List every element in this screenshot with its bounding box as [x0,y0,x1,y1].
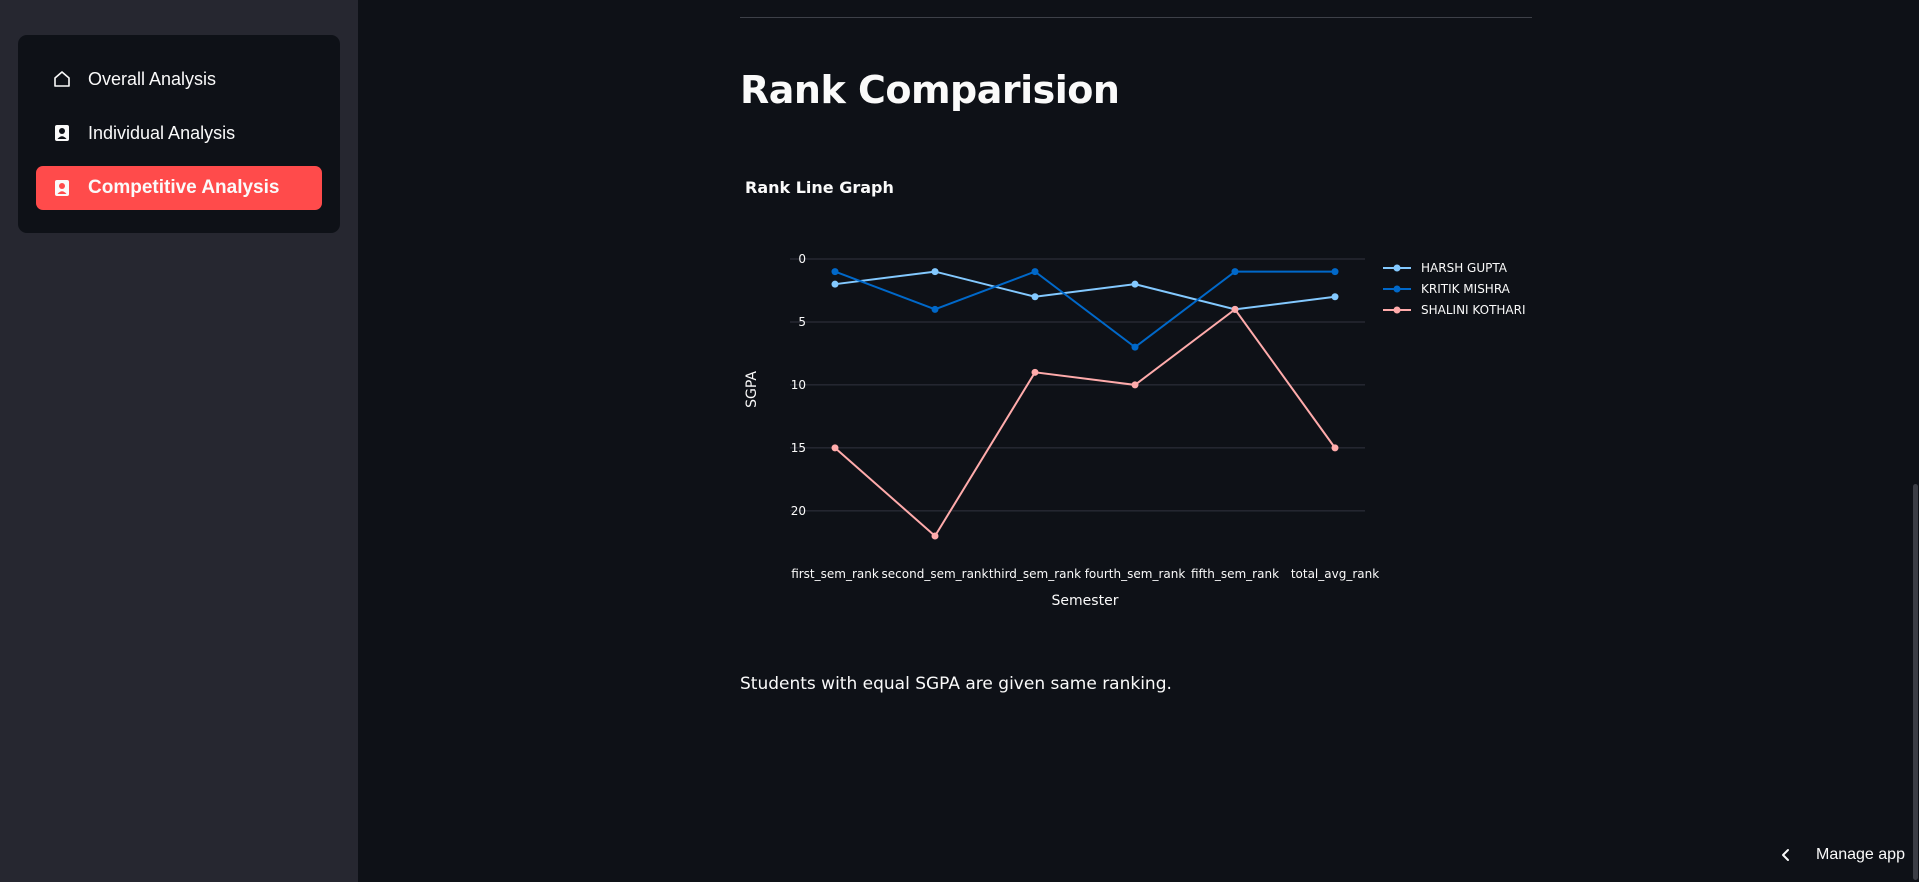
sidebar-item-overall-analysis[interactable]: Overall Analysis [36,57,322,101]
x-tick-label: fifth_sem_rank [1191,567,1279,581]
data-point [931,305,939,313]
data-point [1131,381,1139,389]
person-badge-icon [52,178,72,198]
data-point [1131,343,1139,351]
x-tick-label: total_avg_rank [1291,567,1379,581]
manage-app-label: Manage app [1816,846,1905,863]
legend-marker [1393,306,1401,314]
data-point [831,268,839,276]
data-point [1331,444,1339,452]
sidebar-item-label: Individual Analysis [88,122,236,143]
data-point [1331,268,1339,276]
y-tick-label: 0 [798,252,806,266]
x-axis-title: Semester [1052,593,1119,609]
data-point [1331,293,1339,301]
sidebar: Overall Analysis Individual Analysis Com… [0,0,358,882]
divider [740,17,1532,18]
rank-line-chart[interactable]: 0 5 10 15 20 first_sem_rank second_sem_rank thi… [730,236,1530,616]
data-point [1031,268,1039,276]
page-title: Rank Comparision [740,68,1120,112]
data-point [931,532,939,540]
data-point [831,280,839,288]
chart-title: Rank Line Graph [745,178,894,197]
data-point [1231,305,1239,313]
x-tick-label: second_sem_rank [882,567,989,581]
legend-marker [1393,285,1401,293]
person-badge-icon [52,123,72,143]
data-point [931,268,939,276]
series-line [834,270,1335,349]
data-point [1031,368,1039,376]
sidebar-item-label: Competitive Analysis [88,177,280,198]
home-icon [52,69,72,89]
chevron-left-icon [1782,849,1789,861]
legend-marker [1393,264,1401,272]
ranking-note: Students with equal SGPA are given same … [740,674,1172,694]
manage-app-button[interactable]: Manage app [1778,846,1905,864]
x-tick-label: fourth_sem_rank [1085,567,1186,581]
sidebar-item-label: Overall Analysis [88,68,217,89]
y-tick-label: 15 [791,441,806,455]
legend-label: HARSH GUPTA [1421,261,1508,275]
y-tick-label: 20 [791,504,806,518]
series-line [834,307,1336,538]
x-tick-label: third_sem_rank [989,567,1081,581]
sidebar-nav-menu: Overall Analysis Individual Analysis Com… [18,35,340,233]
data-point [1131,280,1139,288]
scrollbar[interactable] [1913,0,1919,882]
sidebar-item-individual-analysis[interactable]: Individual Analysis [36,111,322,155]
series-line [834,270,1336,311]
sidebar-item-competitive-analysis[interactable]: Competitive Analysis [36,166,322,210]
data-point [1031,293,1039,301]
y-tick-label: 10 [791,378,806,392]
y-axis-title: SGPA [744,371,760,408]
data-point [1231,268,1239,276]
x-tick-label: first_sem_rank [791,567,879,581]
scrollbar-thumb[interactable] [1913,484,1918,880]
data-point [831,444,839,452]
legend-label: KRITIK MISHRA [1421,282,1511,296]
y-tick-label: 5 [798,315,806,329]
legend-label: SHALINI KOTHARI [1421,303,1526,317]
